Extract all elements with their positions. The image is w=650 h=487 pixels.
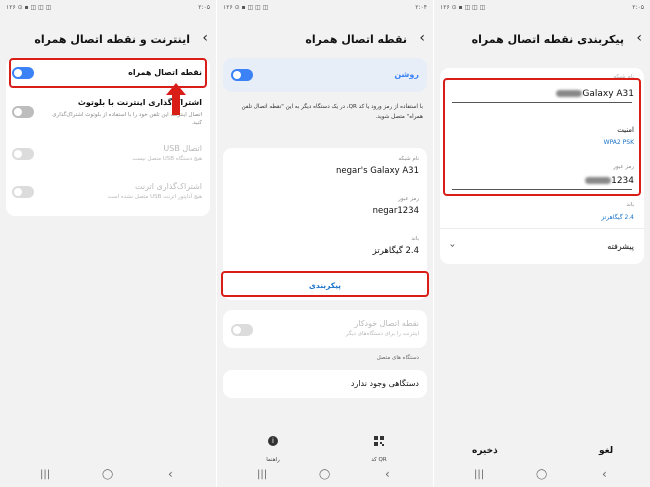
panel-configure: ۱۲۶ ⊙ ▪ ◫ ◫ ◫ ۲:۰۵ ‹ پیکربندی نقطه اتصال…: [434, 0, 650, 487]
back-icon[interactable]: ‹: [168, 467, 173, 481]
header: ‹ اینترنت و نقطه اتصال همراه: [0, 28, 216, 52]
status-icons: ۱۲۶ ⊙ ▪ ◫ ◫ ◫: [440, 4, 486, 11]
info-icon: i: [268, 436, 278, 446]
back-arrow-icon[interactable]: ‹: [202, 30, 208, 46]
recent-apps-icon[interactable]: |||: [257, 469, 267, 480]
divider: [440, 228, 644, 229]
ethernet-tethering-row: اشتراک‌گذاری اترنت هیچ آداپتور اترنت USB…: [6, 176, 210, 208]
highlight-box: [443, 78, 641, 196]
auto-hotspot-toggle: [231, 324, 253, 336]
qr-code-button[interactable]: کد QR: [357, 436, 401, 463]
header: ‹ پیکربندی نقطه اتصال همراه: [434, 28, 650, 52]
auto-hotspot-label: نقطه اتصال خودکار: [354, 319, 419, 328]
toggle-knob: [14, 188, 22, 196]
save-button[interactable]: ذخیره: [472, 446, 498, 456]
usb-toggle: [12, 148, 34, 160]
back-arrow-icon[interactable]: ‹: [419, 30, 425, 46]
back-icon[interactable]: ‹: [385, 467, 390, 481]
qr-code-icon: [374, 436, 384, 446]
hotspot-master-toggle[interactable]: [231, 69, 253, 81]
advanced-label: پیشرفته: [607, 242, 634, 251]
home-icon[interactable]: ◯: [536, 469, 547, 480]
toggle-knob: [233, 71, 241, 79]
panel-connections: ۱۲۶ ⊙ ▪ ◫ ◫ ◫ ۲:۰۵ ‹ اینترنت و نقطه اتصا…: [0, 0, 216, 487]
page-title: اینترنت و نقطه اتصال همراه: [34, 33, 190, 46]
info-text: با استفاده از رمز ورود یا کد QR، در یک د…: [241, 104, 423, 120]
toggle-knob: [14, 108, 22, 116]
highlight-box: [221, 271, 429, 297]
no-device-text: دستگاهی وجود ندارد: [350, 379, 419, 388]
status-time: ۲:۰۴: [415, 4, 427, 11]
band-label: باند: [626, 202, 634, 208]
nav-bar: ||| ◯ ‹: [434, 465, 650, 487]
help-label: راهنما: [266, 457, 280, 463]
toggle-knob: [14, 150, 22, 158]
advanced-row[interactable]: › پیشرفته: [440, 234, 644, 260]
status-bar: ۱۲۶ ⊙ ▪ ◫ ◫ ◫ ۲:۰۵: [434, 0, 650, 16]
nav-bar: ||| ◯ ‹: [0, 465, 216, 487]
connected-devices-card: دستگاهی وجود ندارد: [223, 370, 427, 398]
band-value[interactable]: 2.4 گیگاهرتز: [601, 214, 634, 221]
page-title: پیکربندی نقطه اتصال همراه: [471, 33, 624, 46]
ethernet-desc: هیچ آداپتور اترنت USB متصل نشده است: [107, 194, 202, 200]
usb-desc: هیچ دستگاه USB متصل نیست: [132, 156, 202, 162]
on-label: روشن: [394, 70, 419, 79]
ethernet-label: اشتراک‌گذاری اترنت: [135, 182, 202, 191]
status-time: ۲:۰۵: [632, 4, 644, 11]
master-switch-card[interactable]: روشن: [223, 58, 427, 92]
band-label: باند: [411, 236, 419, 242]
connected-devices-label: دستگاه های متصل: [376, 355, 419, 361]
nav-bar: ||| ◯ ‹: [217, 465, 433, 487]
password-value[interactable]: negar1234: [373, 206, 419, 216]
password-label: رمز عبور: [398, 196, 419, 202]
status-bar: ۱۲۶ ⊙ ▪ ◫ ◫ ◫ ۲:۰۵: [0, 0, 216, 16]
help-button[interactable]: i راهنما: [253, 436, 293, 463]
status-bar: ۱۲۶ ⊙ ▪ ◫ ◫ ◫ ۲:۰۴: [217, 0, 433, 16]
band-value[interactable]: 2.4 گیگاهرتز: [373, 246, 419, 256]
panel-hotspot: ۱۲۶ ⊙ ▪ ◫ ◫ ◫ ۲:۰۴ ‹ نقطه اتصال همراه رو…: [217, 0, 433, 487]
chevron-down-icon: ›: [446, 243, 458, 248]
usb-label: اتصال USB: [163, 144, 202, 153]
red-arrow-icon: [166, 83, 186, 115]
qr-code-label: کد QR: [371, 457, 387, 463]
back-arrow-icon[interactable]: ‹: [636, 30, 642, 46]
header: ‹ نقطه اتصال همراه: [217, 28, 433, 52]
auto-hotspot-card: نقطه اتصال خودکار اینترنت را برای دستگاه…: [223, 310, 427, 348]
home-icon[interactable]: ◯: [102, 469, 113, 480]
recent-apps-icon[interactable]: |||: [40, 469, 50, 480]
status-time: ۲:۰۵: [198, 4, 210, 11]
network-name-label: نام شبکه: [398, 156, 419, 162]
network-name-value[interactable]: negar's Galaxy A31: [336, 166, 419, 176]
back-icon[interactable]: ‹: [602, 467, 607, 481]
ethernet-toggle: [12, 186, 34, 198]
recent-apps-icon[interactable]: |||: [474, 469, 484, 480]
home-icon[interactable]: ◯: [319, 469, 330, 480]
cancel-button[interactable]: لغو: [599, 446, 613, 456]
usb-tethering-row: اتصال USB هیچ دستگاه USB متصل نیست: [6, 138, 210, 170]
toggle-knob: [233, 326, 241, 334]
status-icons: ۱۲۶ ⊙ ▪ ◫ ◫ ◫: [223, 4, 269, 11]
auto-hotspot-desc: اینترنت را برای دستگاه‌های دیگر: [345, 331, 419, 337]
status-icons: ۱۲۶ ⊙ ▪ ◫ ◫ ◫: [6, 4, 52, 11]
page-title: نقطه اتصال همراه: [305, 33, 407, 46]
bluetooth-toggle[interactable]: [12, 106, 34, 118]
